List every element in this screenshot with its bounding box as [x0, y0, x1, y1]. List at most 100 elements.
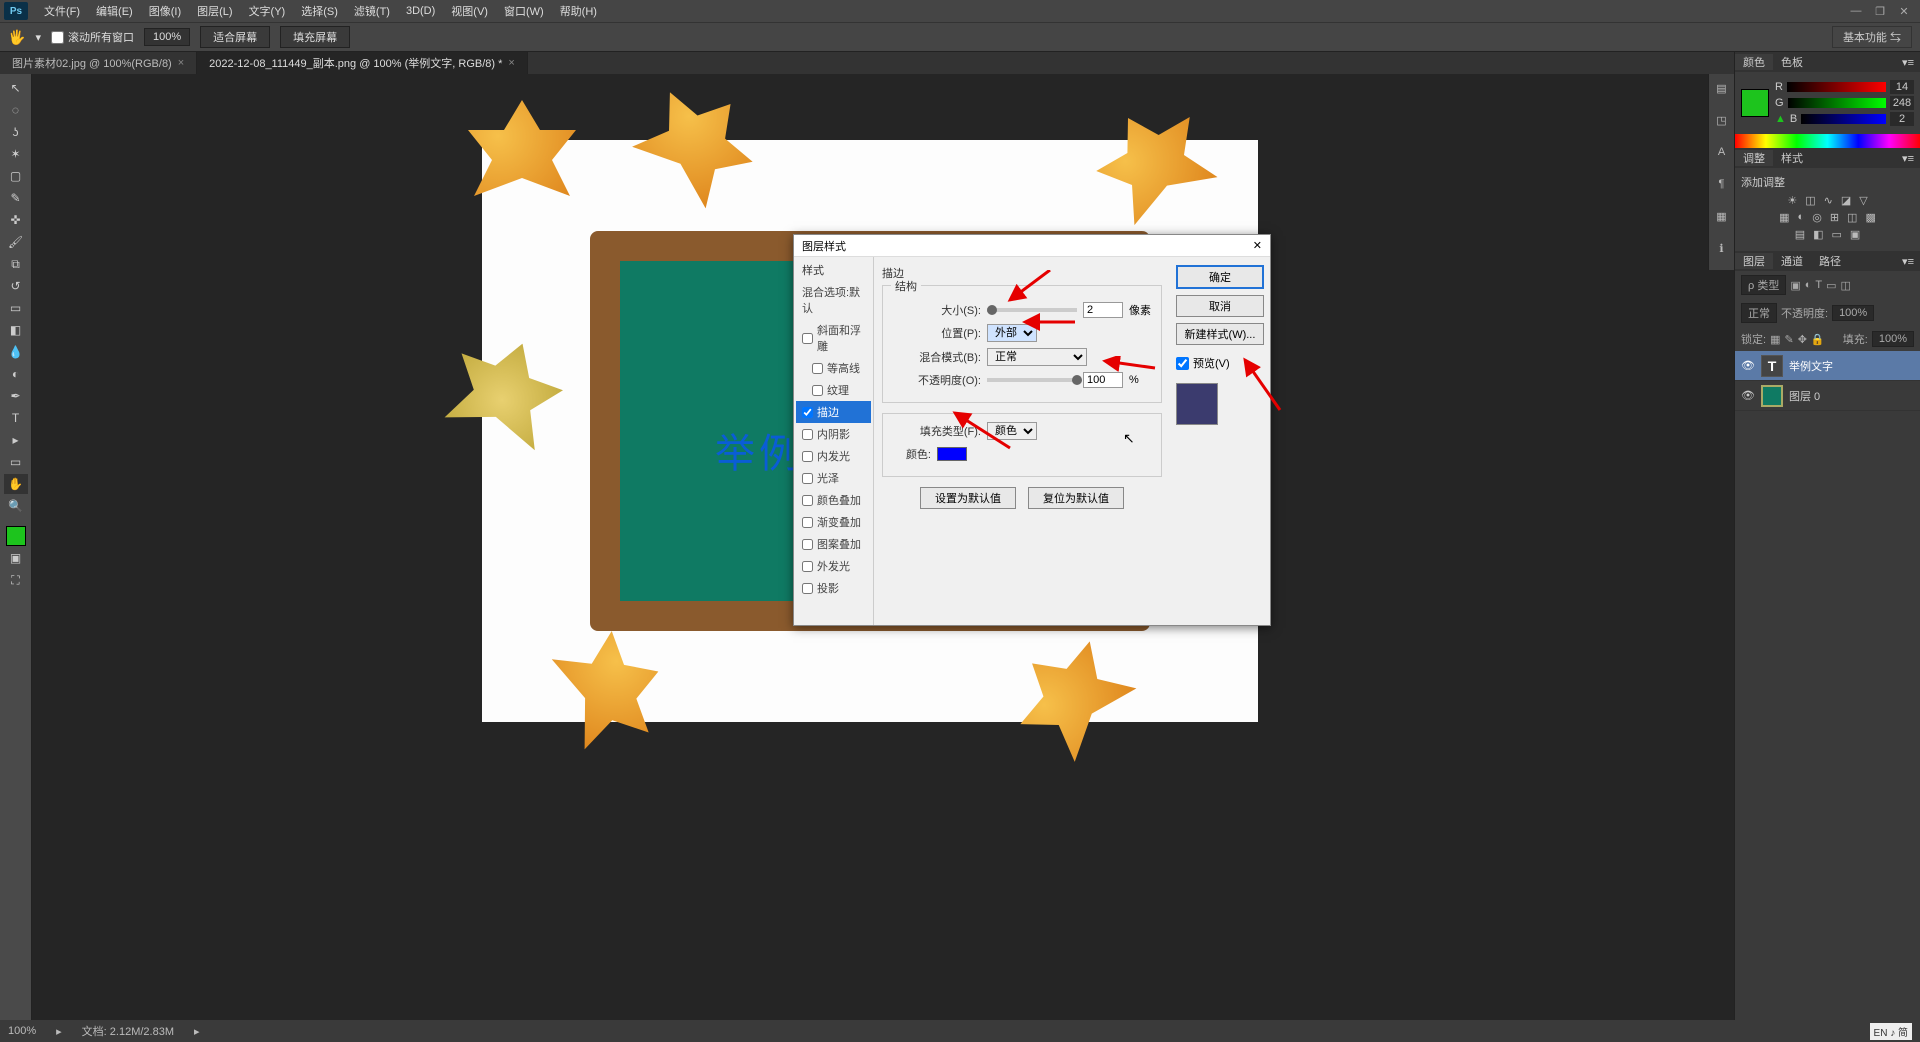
- quickmask-icon[interactable]: ▣: [4, 548, 28, 568]
- cancel-button[interactable]: 取消: [1176, 295, 1264, 317]
- style-inner-glow[interactable]: 内发光: [796, 445, 871, 467]
- gradient-map-icon[interactable]: ▭: [1832, 228, 1842, 241]
- opacity-input[interactable]: [1083, 372, 1123, 388]
- reset-default-button[interactable]: 复位为默认值: [1028, 487, 1124, 509]
- menu-edit[interactable]: 编辑(E): [88, 3, 141, 19]
- current-color-swatch[interactable]: [1741, 89, 1769, 117]
- lock-position-icon[interactable]: ✥: [1798, 333, 1807, 346]
- workspace-switcher[interactable]: 基本功能 ⇆: [1832, 26, 1912, 48]
- move-tool-icon[interactable]: ↖: [4, 78, 28, 98]
- zoom-tool-icon[interactable]: 🔍: [4, 496, 28, 516]
- filter-pixel-icon[interactable]: ▣: [1790, 279, 1800, 292]
- set-default-button[interactable]: 设置为默认值: [920, 487, 1016, 509]
- character-panel-icon[interactable]: A: [1712, 146, 1732, 166]
- menu-window[interactable]: 窗口(W): [496, 3, 552, 19]
- eraser-tool-icon[interactable]: ▭: [4, 298, 28, 318]
- zoom-field[interactable]: 100%: [144, 28, 190, 46]
- color-spectrum[interactable]: [1735, 134, 1920, 148]
- blendmode-select[interactable]: 正常: [987, 348, 1087, 366]
- brush-tool-icon[interactable]: 🖌: [4, 232, 28, 252]
- heal-tool-icon[interactable]: ✜: [4, 210, 28, 230]
- style-gradient-overlay[interactable]: 渐变叠加: [796, 511, 871, 533]
- style-pattern-overlay[interactable]: 图案叠加: [796, 533, 871, 555]
- paragraph-panel-icon[interactable]: ¶: [1712, 178, 1732, 198]
- hand-tool-icon[interactable]: 🖐: [8, 29, 25, 46]
- g-value[interactable]: 248: [1890, 96, 1914, 110]
- properties-panel-icon[interactable]: ◳: [1712, 114, 1732, 134]
- document-tab-1[interactable]: 图片素材02.jpg @ 100%(RGB/8)×: [0, 52, 197, 74]
- brightness-icon[interactable]: ☀: [1787, 194, 1797, 207]
- selective-color-icon[interactable]: ▣: [1850, 228, 1860, 241]
- hand-tool-icon[interactable]: ✋: [4, 474, 28, 494]
- style-drop-shadow[interactable]: 投影: [796, 577, 871, 599]
- lock-transparent-icon[interactable]: ▦: [1770, 333, 1780, 346]
- g-slider[interactable]: [1788, 98, 1886, 108]
- b-slider[interactable]: [1801, 114, 1886, 124]
- menu-type[interactable]: 文字(Y): [241, 3, 294, 19]
- position-select[interactable]: 外部: [987, 324, 1037, 342]
- screenmode-icon[interactable]: ⛶: [4, 570, 28, 590]
- preview-checkbox[interactable]: 预览(V): [1176, 355, 1264, 371]
- crop-tool-icon[interactable]: ▢: [4, 166, 28, 186]
- tab-layers[interactable]: 图层: [1735, 253, 1773, 269]
- layer-row-image[interactable]: 👁 图层 0: [1735, 381, 1920, 411]
- status-zoom[interactable]: 100%: [8, 1025, 36, 1037]
- exposure-icon[interactable]: ◪: [1841, 194, 1851, 207]
- threshold-icon[interactable]: ◧: [1813, 228, 1823, 241]
- document-tab-2[interactable]: 2022-12-08_111449_副本.png @ 100% (举例文字, R…: [197, 52, 528, 74]
- size-slider[interactable]: [987, 308, 1077, 312]
- layer-row-text[interactable]: 👁 T 举例文字: [1735, 351, 1920, 381]
- window-close-icon[interactable]: ✕: [1892, 5, 1916, 18]
- style-outer-glow[interactable]: 外发光: [796, 555, 871, 577]
- dialog-titlebar[interactable]: 图层样式 ✕: [794, 235, 1270, 257]
- ok-button[interactable]: 确定: [1176, 265, 1264, 289]
- blend-mode-select[interactable]: 正常: [1741, 303, 1777, 323]
- history-brush-tool-icon[interactable]: ↺: [4, 276, 28, 296]
- pen-tool-icon[interactable]: ✒: [4, 386, 28, 406]
- lookup-icon[interactable]: ◫: [1847, 211, 1857, 224]
- tab-color[interactable]: 颜色: [1735, 54, 1773, 70]
- style-contour[interactable]: 等高线: [796, 357, 871, 379]
- panel-menu-icon[interactable]: ▾≡: [1896, 152, 1920, 165]
- eyedropper-tool-icon[interactable]: ✎: [4, 188, 28, 208]
- close-icon[interactable]: ×: [178, 57, 184, 69]
- invert-icon[interactable]: ▩: [1865, 211, 1875, 224]
- history-panel-icon[interactable]: ▤: [1712, 82, 1732, 102]
- shape-tool-icon[interactable]: ▭: [4, 452, 28, 472]
- scroll-all-windows-checkbox[interactable]: 滚动所有窗口: [51, 29, 134, 45]
- style-inner-shadow[interactable]: 内阴影: [796, 423, 871, 445]
- marquee-tool-icon[interactable]: ◌: [4, 100, 28, 120]
- panel-menu-icon[interactable]: ▾≡: [1896, 56, 1920, 69]
- bw-icon[interactable]: ◐: [1798, 211, 1805, 224]
- info-panel-icon[interactable]: ℹ: [1712, 242, 1732, 262]
- size-input[interactable]: [1083, 302, 1123, 318]
- style-stroke[interactable]: 描边: [796, 401, 871, 423]
- style-texture[interactable]: 纹理: [796, 379, 871, 401]
- foreground-color-swatch[interactable]: [6, 526, 26, 546]
- opacity-slider[interactable]: [987, 378, 1077, 382]
- fill-screen-button[interactable]: 填充屏幕: [280, 26, 350, 48]
- curves-icon[interactable]: ∿: [1824, 194, 1833, 207]
- path-select-tool-icon[interactable]: ▸: [4, 430, 28, 450]
- fit-screen-button[interactable]: 适合屏幕: [200, 26, 270, 48]
- lasso-tool-icon[interactable]: ʖ: [4, 122, 28, 142]
- r-slider[interactable]: [1787, 82, 1886, 92]
- type-tool-icon[interactable]: T: [4, 408, 28, 428]
- panel-menu-icon[interactable]: ▾≡: [1896, 255, 1920, 268]
- close-icon[interactable]: ×: [508, 57, 514, 69]
- filter-smart-icon[interactable]: ◫: [1841, 279, 1851, 292]
- menu-view[interactable]: 视图(V): [443, 3, 496, 19]
- ime-indicator[interactable]: EN ♪ 简: [1870, 1023, 1912, 1040]
- tab-adjustments[interactable]: 调整: [1735, 150, 1773, 166]
- dialog-close-icon[interactable]: ✕: [1253, 239, 1262, 252]
- layer-name[interactable]: 图层 0: [1789, 388, 1820, 404]
- tab-paths[interactable]: 路径: [1811, 253, 1849, 269]
- r-value[interactable]: 14: [1890, 80, 1914, 94]
- tab-styles[interactable]: 样式: [1773, 150, 1811, 166]
- menu-image[interactable]: 图像(I): [141, 3, 189, 19]
- opacity-value[interactable]: 100%: [1832, 305, 1874, 321]
- style-color-overlay[interactable]: 颜色叠加: [796, 489, 871, 511]
- vibrance-icon[interactable]: ▽: [1859, 194, 1867, 207]
- posterize-icon[interactable]: ▤: [1795, 228, 1805, 241]
- blur-tool-icon[interactable]: 💧: [4, 342, 28, 362]
